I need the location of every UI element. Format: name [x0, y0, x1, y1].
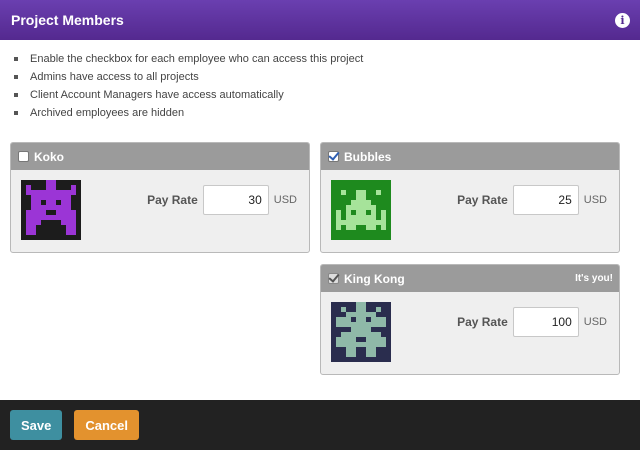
pay-rate-label: Pay Rate — [147, 193, 198, 207]
pay-rate-row: Pay Rate USD — [147, 185, 297, 215]
member-name: Bubbles — [344, 149, 392, 164]
member-card-header: Koko — [11, 143, 309, 170]
save-button[interactable]: Save — [10, 410, 63, 440]
dialog-footer: Save Cancel — [0, 400, 640, 450]
instruction-item: Admins have access to all projects — [14, 68, 363, 86]
instruction-item: Client Account Managers have access auto… — [14, 86, 363, 104]
pay-rate-input-koko[interactable] — [202, 185, 269, 215]
bullet-icon — [14, 93, 18, 97]
member-card-koko: Koko Pay Rate 30 USD — [10, 142, 310, 253]
pay-rate-input-bubbles[interactable] — [512, 185, 579, 215]
bullet-icon — [14, 57, 18, 61]
member-checkbox-bubbles[interactable] — [328, 151, 339, 162]
info-icon[interactable]: i — [615, 12, 630, 28]
member-card-header: Bubbles — [321, 143, 619, 170]
pay-rate-row: Pay Rate USD — [457, 185, 607, 215]
instruction-item: Archived employees are hidden — [14, 104, 363, 122]
cancel-button[interactable]: Cancel — [74, 410, 140, 440]
currency-label: USD — [583, 194, 607, 206]
member-card-bubbles: Bubbles Pay Rate USD — [320, 142, 620, 253]
dialog-title: Project Members — [11, 12, 124, 28]
currency-label: USD — [273, 194, 297, 206]
member-card-header: King Kong It's you! — [321, 265, 619, 292]
member-name: King Kong — [344, 271, 405, 286]
member-name: Koko — [34, 149, 64, 164]
avatar — [331, 180, 391, 240]
pay-rate-label: Pay Rate — [457, 315, 508, 329]
member-checkbox-koko[interactable] — [18, 151, 29, 162]
pay-rate-row: Pay Rate USD — [457, 307, 607, 337]
dialog-header: Project Members i — [0, 0, 640, 40]
instructions-list: Enable the checkbox for each employee wh… — [14, 50, 363, 122]
currency-label: USD — [583, 316, 607, 328]
avatar — [21, 180, 81, 240]
pay-rate-label: Pay Rate — [457, 193, 508, 207]
bullet-icon — [14, 75, 18, 79]
pay-rate-input-king-kong[interactable] — [512, 307, 579, 337]
member-card-king-kong: King Kong It's you! Pay Rate 100 USD — [320, 264, 620, 375]
bullet-icon — [14, 111, 18, 115]
instruction-item: Enable the checkbox for each employee wh… — [14, 50, 363, 68]
current-user-badge: It's you! — [575, 273, 613, 284]
member-checkbox-king-kong[interactable] — [328, 273, 339, 284]
avatar — [331, 302, 391, 362]
